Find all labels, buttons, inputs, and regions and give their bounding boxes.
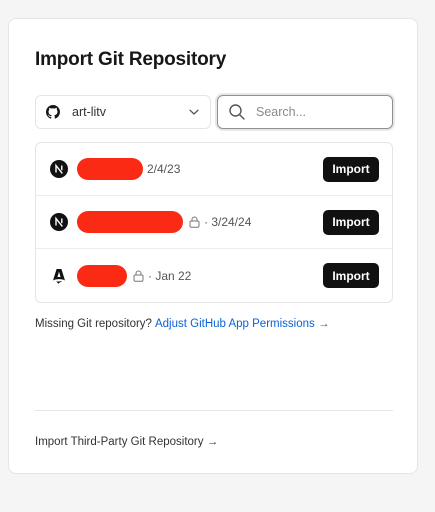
redacted-repo-name: [77, 158, 143, 180]
import-button[interactable]: Import: [323, 263, 379, 288]
search-input[interactable]: [254, 104, 382, 120]
import-card: Import Git Repository art-litv 2/4/23 Im…: [8, 18, 418, 474]
search-icon: [228, 103, 246, 121]
account-scope-select[interactable]: art-litv: [35, 95, 211, 129]
import-button[interactable]: Import: [323, 156, 379, 182]
search-box[interactable]: [217, 95, 393, 129]
repository-row: · 3/24/24 Import: [36, 196, 392, 249]
nextjs-icon: [50, 213, 68, 231]
divider: [35, 410, 393, 411]
github-icon: [46, 105, 60, 119]
repository-row: · Jan 22 Import: [36, 249, 392, 302]
repo-updated-date: · Jan 22: [148, 268, 192, 283]
astro-icon: [50, 267, 68, 285]
page-title: Import Git Repository: [35, 49, 227, 70]
account-name: art-litv: [72, 105, 107, 119]
lock-icon: [189, 216, 200, 228]
chevron-down-icon: [188, 106, 200, 118]
lock-icon: [133, 270, 144, 282]
adjust-permissions-link[interactable]: Adjust GitHub App Permissions →: [155, 318, 330, 330]
redacted-repo-name: [77, 211, 183, 233]
repo-updated-date: 2/4/23: [147, 162, 181, 176]
import-button[interactable]: Import: [323, 209, 379, 235]
repository-row: 2/4/23 Import: [36, 143, 392, 196]
repository-list: 2/4/23 Import · 3/24/24 Import · Jan 22 …: [35, 142, 393, 303]
redacted-repo-name: [77, 264, 127, 287]
missing-repo-text: Missing Git repository?: [35, 318, 152, 330]
import-third-party-link[interactable]: Import Third-Party Git Repository →: [35, 436, 218, 448]
missing-repo-note: Missing Git repository? Adjust GitHub App…: [35, 318, 329, 330]
repo-updated-date: · 3/24/24: [204, 215, 252, 229]
nextjs-icon: [50, 160, 68, 178]
